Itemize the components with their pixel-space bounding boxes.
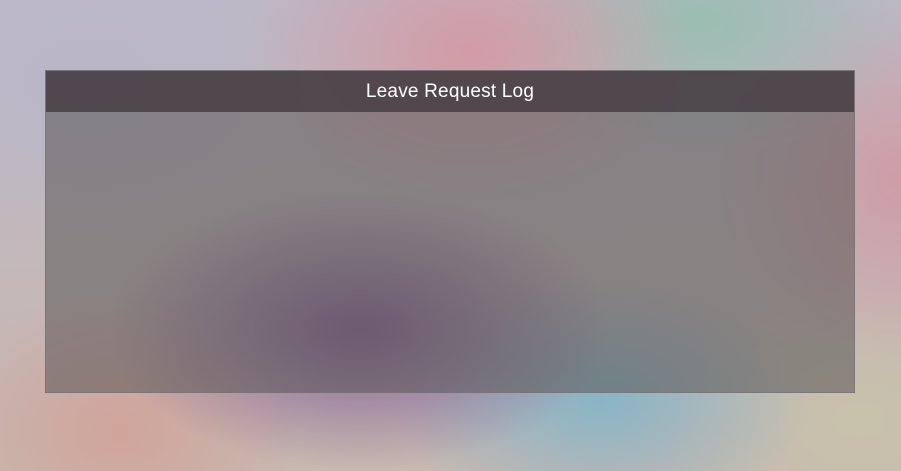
- window-title-bar: Leave Request Log: [46, 71, 854, 112]
- window-content-area: [46, 112, 854, 392]
- window-title: Leave Request Log: [365, 80, 535, 102]
- desktop-background: Leave Request Log: [0, 0, 901, 471]
- leave-request-log-window: Leave Request Log: [45, 70, 855, 393]
